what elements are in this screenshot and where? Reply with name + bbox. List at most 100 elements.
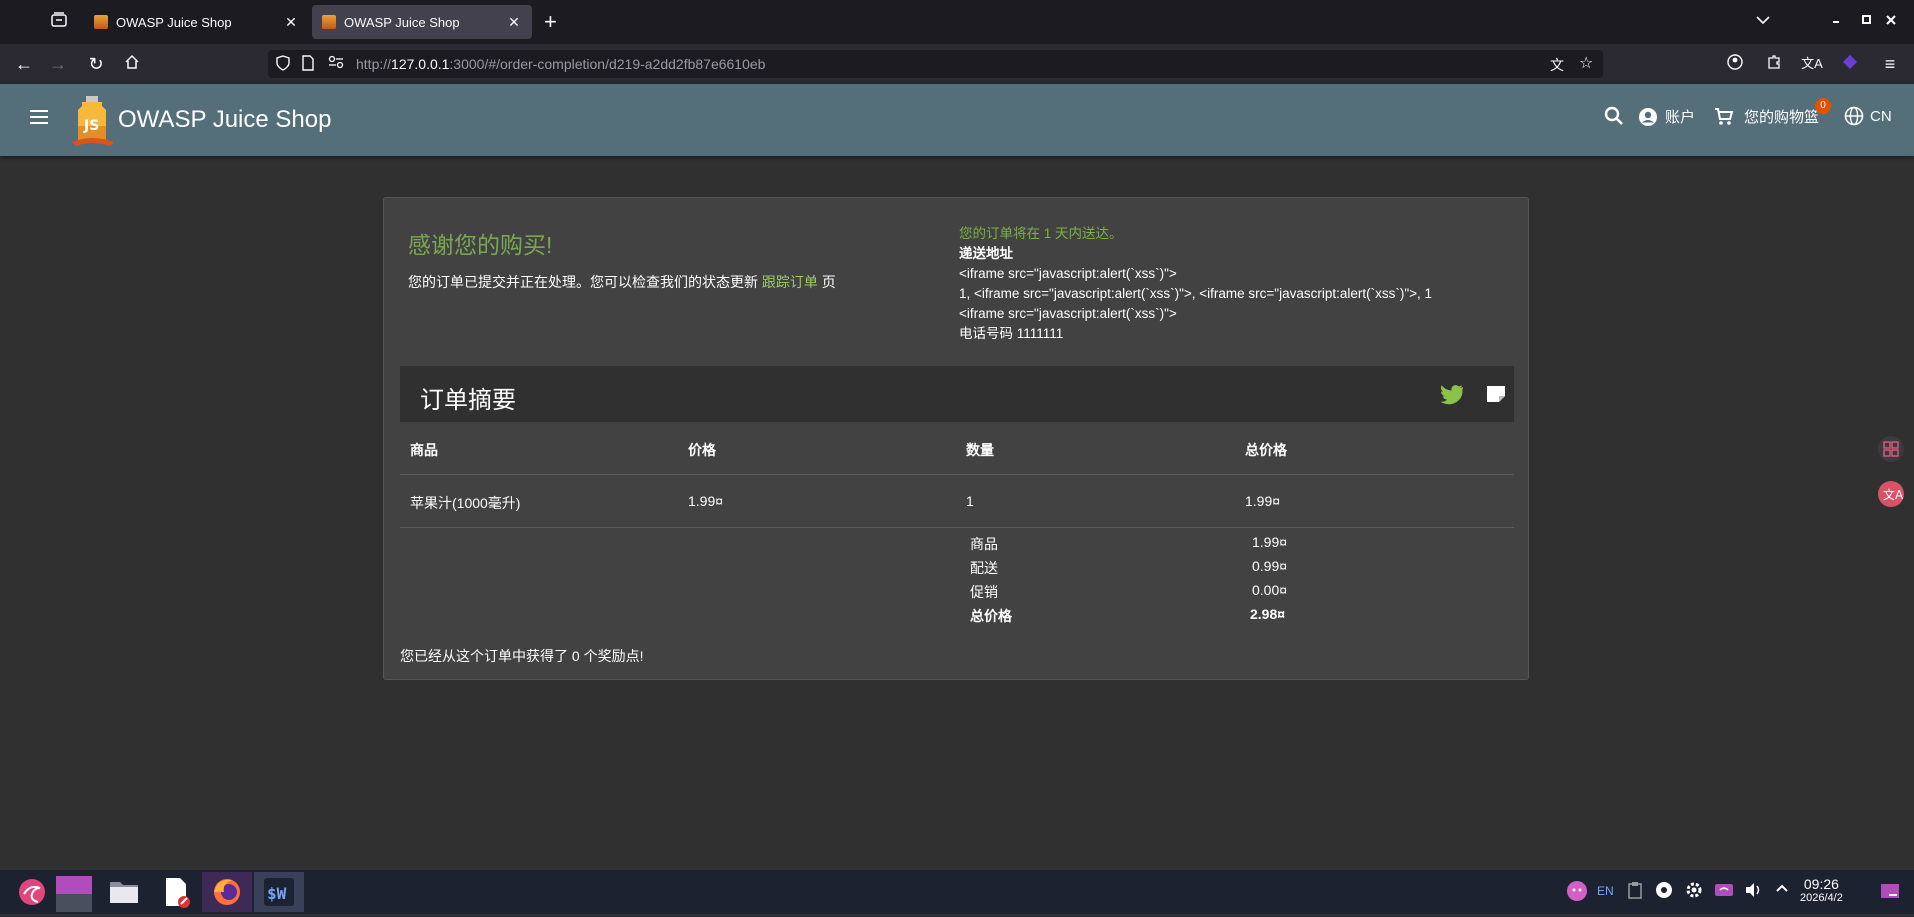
basket-button[interactable]: 您的购物篮 <box>1714 106 1819 127</box>
delivery-address-label: 递送地址 <box>959 246 1013 261</box>
svg-text:$W: $W <box>267 884 287 903</box>
home-icon[interactable] <box>120 52 144 76</box>
column-header-product: 商品 <box>410 442 438 458</box>
totals-row-delivery: 配送 0.99¤ <box>970 558 1288 576</box>
forward-arrow-icon[interactable]: → <box>46 52 70 76</box>
bookmark-star-icon[interactable]: ☆ <box>1579 53 1593 73</box>
app-menu-icon[interactable]: ≡ <box>1878 52 1902 76</box>
tab-overview-icon[interactable] <box>48 12 70 32</box>
extensions-puzzle-icon[interactable] <box>1762 52 1786 76</box>
cell-price: 1.99¤ <box>688 493 724 509</box>
browser-tab-1[interactable]: OWASP Juice Shop ✕ <box>84 5 309 39</box>
maximize-window-icon[interactable] <box>1862 12 1872 28</box>
side-grid-icon[interactable] <box>1878 436 1904 462</box>
tab-title: OWASP Juice Shop <box>116 14 232 30</box>
address-bar[interactable]: http://127.0.0.1:3000/#/order-completion… <box>268 50 1603 78</box>
tray-cat-icon[interactable] <box>1566 880 1588 905</box>
permissions-icon[interactable] <box>328 55 344 72</box>
taskbar-clock[interactable]: 09:26 2026/4/2 <box>1800 876 1843 904</box>
basket-count-badge: 0 <box>1815 98 1831 114</box>
keyboard-language-indicator[interactable]: EN <box>1597 884 1614 898</box>
clock-time: 09:26 <box>1803 876 1839 892</box>
menu-hamburger-icon[interactable] <box>30 110 48 124</box>
delivery-estimate: 您的订单将在 1 天内送达。 <box>959 226 1123 241</box>
totals-row-promotion: 促销 0.00¤ <box>970 582 1288 600</box>
show-desktop-icon[interactable] <box>1880 882 1900 903</box>
search-icon[interactable] <box>1604 106 1624 126</box>
close-tab-icon[interactable]: ✕ <box>506 14 522 31</box>
thank-you-heading: 感谢您的购买! <box>408 232 553 258</box>
account-button[interactable]: 账户 <box>1638 106 1695 127</box>
juice-shop-favicon <box>94 15 108 29</box>
tray-settings-gear-icon[interactable] <box>1685 881 1703 902</box>
minimize-window-icon[interactable] <box>1832 12 1842 28</box>
firefox-taskbar-icon[interactable] <box>202 872 252 912</box>
os-taskbar: $W EN 09:26 2026/4/2 <box>0 870 1914 914</box>
track-order-link[interactable]: 跟踪订单 <box>762 274 818 290</box>
shopping-cart-icon <box>1715 107 1734 125</box>
basket-label: 您的购物篮 <box>1744 109 1820 126</box>
side-translate-icon[interactable]: 文A <box>1878 481 1904 507</box>
translate-extension-icon[interactable]: 文A <box>1800 52 1824 76</box>
address-line: 1, <iframe src="javascript:alert(`xss`)"… <box>959 286 1433 301</box>
file-manager-icon[interactable] <box>108 876 140 908</box>
cell-product: 苹果汁(1000毫升) <box>410 495 521 511</box>
order-summary-header: 订单摘要 <box>400 366 1514 422</box>
order-submitted-message: 您的订单已提交并正在处理。您可以检查我们的状态更新 跟踪订单 页 <box>408 274 836 290</box>
juice-shop-toolbar: JS OWASP Juice Shop 账户 您的购物篮 0 CN <box>0 84 1914 156</box>
juice-shop-favicon <box>322 15 336 29</box>
close-window-icon[interactable] <box>1886 12 1896 28</box>
phone-number: 电话号码 1111111 <box>959 326 1064 341</box>
tray-clipboard-icon[interactable] <box>1626 881 1644 902</box>
tray-network-icon[interactable] <box>1714 881 1734 902</box>
twitter-share-icon[interactable] <box>1440 384 1464 406</box>
back-arrow-icon[interactable]: ← <box>12 52 36 76</box>
order-summary-title: 订单摘要 <box>420 387 516 414</box>
page-info-icon[interactable] <box>302 55 314 74</box>
table-row: 苹果汁(1000毫升) 1.99¤ 1 1.99¤ <box>400 475 1514 528</box>
address-line: <iframe src="javascript:alert(`xss`)"> <box>959 306 1177 321</box>
list-all-tabs-icon[interactable] <box>1756 12 1770 28</box>
language-button[interactable]: CN <box>1844 106 1892 126</box>
url-text[interactable]: http://127.0.0.1:3000/#/order-completion… <box>356 56 765 72</box>
account-label: 账户 <box>1665 109 1696 126</box>
totals-row-grand-total: 总价格 2.98¤ <box>970 606 1286 624</box>
juice-shop-logo[interactable]: JS <box>70 96 116 148</box>
reload-icon[interactable]: ↻ <box>84 52 108 76</box>
bonus-points-message: 您已经从这个订单中获得了 0 个奖励点! <box>400 648 644 664</box>
extension-diamond-icon[interactable] <box>1838 52 1862 76</box>
column-header-price: 价格 <box>688 442 716 458</box>
translate-icon[interactable]: 文 <box>1550 55 1564 75</box>
close-tab-icon[interactable]: ✕ <box>283 14 299 31</box>
shield-icon[interactable] <box>276 55 290 74</box>
text-editor-icon[interactable] <box>160 876 192 908</box>
workspace-switcher-icon[interactable] <box>56 876 92 912</box>
new-tab-button[interactable]: + <box>544 10 557 34</box>
clock-date: 2026/4/2 <box>1800 892 1843 904</box>
kali-menu-icon[interactable] <box>16 876 48 908</box>
print-order-icon[interactable] <box>1486 383 1506 403</box>
account-circle-icon <box>1639 107 1657 126</box>
cell-quantity: 1 <box>966 493 974 509</box>
terminal-taskbar-icon[interactable]: $W <box>254 872 304 912</box>
tab-title: OWASP Juice Shop <box>344 14 460 30</box>
account-circle-icon[interactable] <box>1723 52 1747 76</box>
tray-media-icon[interactable] <box>1655 881 1673 902</box>
order-completion-card: 感谢您的购买! 您的订单已提交并正在处理。您可以检查我们的状态更新 跟踪订单 页… <box>383 197 1529 680</box>
globe-icon <box>1844 106 1864 126</box>
address-line: <iframe src="javascript:alert(`xss`)"> <box>959 266 1177 281</box>
app-title[interactable]: OWASP Juice Shop <box>118 106 331 134</box>
svg-text:文A: 文A <box>1883 487 1904 502</box>
browser-tab-2-active[interactable]: OWASP Juice Shop ✕ <box>312 5 532 39</box>
delivery-info: 您的订单将在 1 天内送达。 递送地址 <iframe src="javascr… <box>959 224 1519 344</box>
browser-tab-bar: OWASP Juice Shop ✕ OWASP Juice Shop ✕ + <box>0 0 1914 44</box>
table-header-row: 商品 价格 数量 总价格 <box>400 422 1514 475</box>
svg-text:JS: JS <box>83 118 99 134</box>
totals-row-items: 商品 1.99¤ <box>970 534 1288 552</box>
tray-volume-icon[interactable] <box>1744 881 1762 902</box>
language-label: CN <box>1870 107 1892 125</box>
tray-expand-icon[interactable] <box>1776 882 1788 897</box>
column-header-total: 总价格 <box>1245 442 1287 458</box>
column-header-quantity: 数量 <box>966 442 994 458</box>
browser-nav-bar: ← → ↻ http://127.0.0.1:3000/#/order-comp… <box>0 44 1914 84</box>
